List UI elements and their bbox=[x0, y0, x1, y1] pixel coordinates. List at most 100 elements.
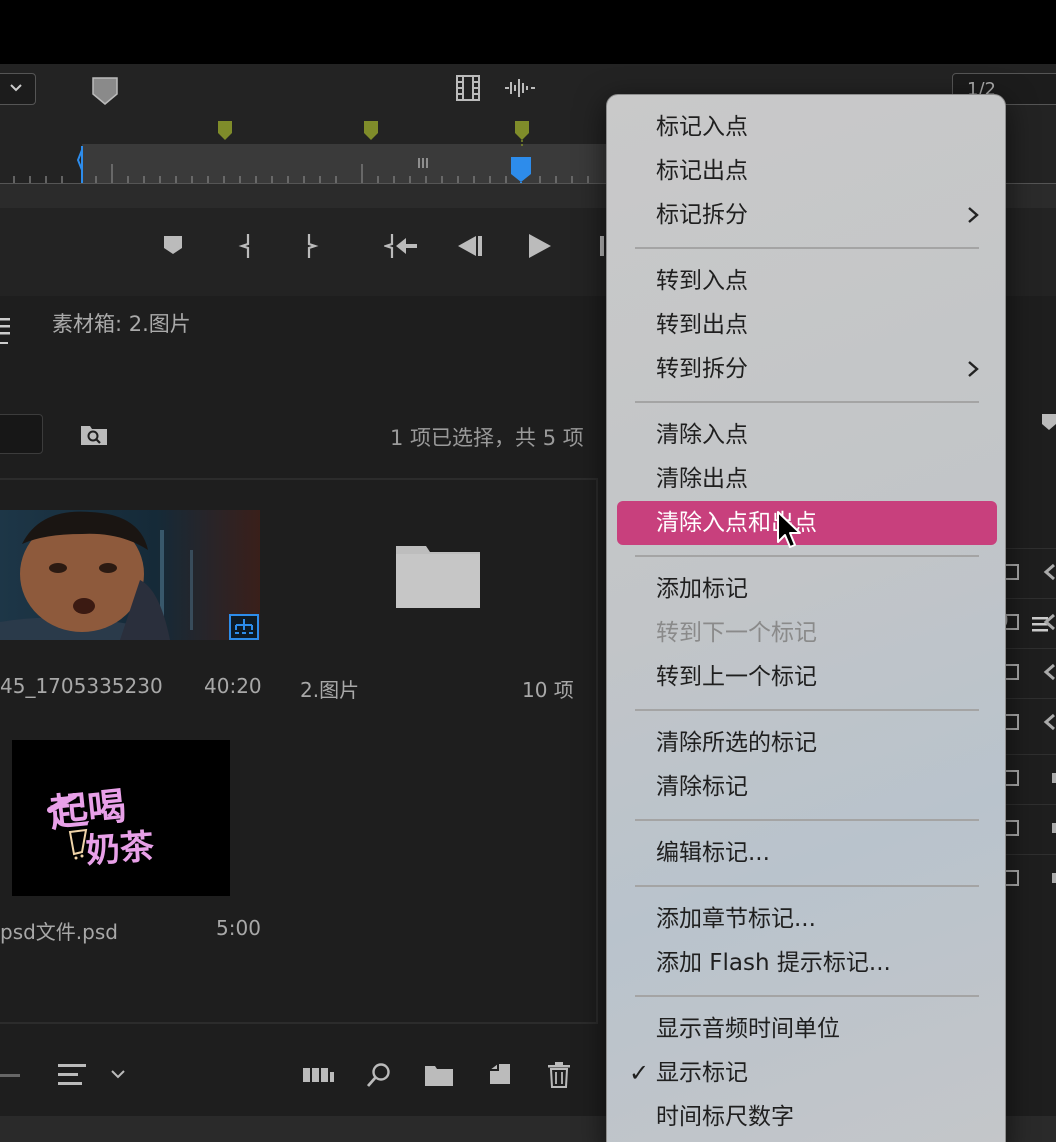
menu-item-go-to-split[interactable]: 转到拆分 bbox=[617, 347, 997, 391]
clip-name: 45_1705335230 bbox=[0, 674, 163, 698]
automate-to-sequence-icon[interactable] bbox=[303, 1064, 335, 1084]
chevron-right-icon bbox=[968, 207, 979, 223]
panel-menu-icon[interactable] bbox=[0, 316, 10, 342]
menu-item-edit-marker[interactable]: 编辑标记... bbox=[617, 831, 997, 875]
menu-separator bbox=[635, 247, 979, 249]
search-input[interactable] bbox=[0, 414, 43, 454]
selection-status: 1 项已选择，共 5 项 bbox=[390, 426, 584, 450]
chevron-down-icon[interactable] bbox=[110, 1068, 126, 1080]
panel-title[interactable]: 素材箱: 2.图片 bbox=[52, 308, 191, 338]
menu-item-clear-markers[interactable]: 清除标记 bbox=[617, 765, 997, 809]
menu-item-clear-out[interactable]: 清除出点 bbox=[617, 457, 997, 501]
menu-item-label: 编辑标记... bbox=[656, 840, 770, 866]
menu-item-show-audio-time-units[interactable]: 显示音频时间单位 bbox=[617, 1007, 997, 1051]
menu-separator bbox=[635, 555, 979, 557]
zoom-select[interactable] bbox=[0, 73, 36, 105]
go-to-in-button[interactable] bbox=[384, 232, 418, 260]
menu-item-label: 标记拆分 bbox=[656, 202, 748, 228]
menu-item-time-ruler-numbers[interactable]: 时间标尺数字 bbox=[617, 1095, 997, 1139]
right-panel-marker-icon[interactable] bbox=[1040, 412, 1056, 432]
menu-item-label: 清除入点 bbox=[656, 422, 748, 448]
audio-waveform-icon[interactable] bbox=[504, 78, 536, 98]
menu-item-add-chapter-marker[interactable]: 添加章节标记... bbox=[617, 897, 997, 941]
right-panel-row[interactable] bbox=[1000, 548, 1056, 594]
chevron-down-icon bbox=[10, 84, 22, 92]
menu-item-label: 转到下一个标记 bbox=[656, 620, 817, 646]
context-menu: 标记入点 标记出点 标记拆分 转到入点 转到出点 转到拆分 清除入点 清除出点 … bbox=[606, 94, 1006, 1142]
trash-icon[interactable] bbox=[548, 1062, 570, 1088]
psd-name: psd文件.psd bbox=[0, 920, 118, 944]
menu-separator bbox=[635, 885, 979, 887]
add-marker-icon[interactable] bbox=[91, 76, 119, 106]
sort-icon[interactable] bbox=[58, 1062, 88, 1088]
step-forward-button[interactable] bbox=[598, 232, 606, 260]
right-panel-row[interactable] bbox=[1000, 698, 1056, 744]
menu-item-go-to-previous-marker[interactable]: 转到上一个标记 bbox=[617, 655, 997, 699]
clip-thumbnail[interactable] bbox=[0, 510, 260, 640]
menu-item-go-to-in[interactable]: 转到入点 bbox=[617, 259, 997, 303]
add-marker-button[interactable] bbox=[163, 232, 183, 256]
psd-artwork-image: 起喝 奶茶 bbox=[47, 784, 157, 872]
menu-item-clear-selected-markers[interactable]: 清除所选的标记 bbox=[617, 721, 997, 765]
play-button[interactable] bbox=[527, 232, 553, 260]
marker-pins bbox=[218, 121, 529, 148]
menu-item-clear-in[interactable]: 清除入点 bbox=[617, 413, 997, 457]
menu-item-label: 清除所选的标记 bbox=[656, 730, 817, 756]
find-icon[interactable] bbox=[366, 1062, 392, 1088]
bin-item-count: 10 项 bbox=[522, 678, 574, 702]
mark-in-button[interactable] bbox=[238, 232, 254, 260]
mark-out-button[interactable] bbox=[303, 232, 319, 260]
menu-item-label: 转到入点 bbox=[656, 268, 748, 294]
menu-separator bbox=[635, 995, 979, 997]
menu-item-label: 添加 Flash 提示标记... bbox=[656, 950, 891, 976]
artwork-line-2: 奶茶 bbox=[85, 827, 157, 872]
right-panel-row[interactable] bbox=[1000, 754, 1056, 800]
menu-item-label: 显示标记 bbox=[656, 1060, 748, 1086]
menu-item-label: 转到上一个标记 bbox=[656, 664, 817, 690]
menu-item-label: 转到出点 bbox=[656, 312, 748, 338]
checkmark-icon: ✓ bbox=[629, 1059, 650, 1087]
right-panel-row[interactable] bbox=[1000, 804, 1056, 850]
menu-item-mark-split[interactable]: 标记拆分 bbox=[617, 193, 997, 237]
menu-item-label: 时间标尺数字 bbox=[656, 1104, 794, 1130]
menu-separator bbox=[635, 819, 979, 821]
right-panel-row[interactable] bbox=[1000, 648, 1056, 694]
chevron-right-icon bbox=[968, 361, 979, 377]
menu-item-label: 添加标记 bbox=[656, 576, 748, 602]
menu-item-label: 添加章节标记... bbox=[656, 906, 816, 932]
find-in-bin-icon[interactable] bbox=[80, 422, 108, 446]
menu-item-go-to-next-marker: 转到下一个标记 bbox=[617, 611, 997, 655]
clip-thumbnail-image bbox=[0, 510, 260, 640]
menu-item-add-marker[interactable]: 添加标记 bbox=[617, 567, 997, 611]
menu-item-clear-in-and-out[interactable]: 清除入点和出点 bbox=[617, 501, 997, 545]
zoom-slider-track[interactable] bbox=[0, 1074, 20, 1078]
folder-icon[interactable] bbox=[396, 542, 480, 608]
menu-item-label: 转到拆分 bbox=[656, 356, 748, 382]
panel-tab-underline bbox=[0, 342, 8, 344]
psd-thumbnail[interactable]: 起喝 奶茶 bbox=[12, 740, 230, 896]
bin-name: 2.图片 bbox=[300, 678, 360, 702]
menu-item-label: 标记出点 bbox=[656, 158, 748, 184]
sequence-badge-icon bbox=[229, 614, 259, 640]
menu-item-add-flash-cue-marker[interactable]: 添加 Flash 提示标记... bbox=[617, 941, 997, 985]
new-bin-icon[interactable] bbox=[425, 1064, 453, 1086]
menu-item-go-to-out[interactable]: 转到出点 bbox=[617, 303, 997, 347]
film-icon[interactable] bbox=[455, 74, 481, 102]
menu-separator bbox=[635, 401, 979, 403]
top-bar bbox=[0, 0, 1056, 64]
menu-item-show-markers[interactable]: ✓ 显示标记 bbox=[617, 1051, 997, 1095]
psd-duration: 5:00 bbox=[216, 916, 261, 940]
mouse-cursor-icon bbox=[777, 511, 801, 548]
menu-item-mark-in[interactable]: 标记入点 bbox=[617, 105, 997, 149]
menu-item-label: 标记入点 bbox=[656, 114, 748, 140]
right-panel-row[interactable] bbox=[1000, 598, 1056, 644]
menu-item-label: 清除标记 bbox=[656, 774, 748, 800]
menu-item-mark-out[interactable]: 标记出点 bbox=[617, 149, 997, 193]
artwork-line-1: 起喝 bbox=[48, 784, 128, 836]
right-panel-row[interactable] bbox=[1000, 854, 1056, 900]
menu-item-label: 显示音频时间单位 bbox=[656, 1016, 840, 1042]
step-back-button[interactable] bbox=[456, 232, 484, 260]
new-item-icon[interactable] bbox=[488, 1062, 512, 1086]
menu-item-label: 清除出点 bbox=[656, 466, 748, 492]
clip-duration: 40:20 bbox=[204, 674, 262, 698]
